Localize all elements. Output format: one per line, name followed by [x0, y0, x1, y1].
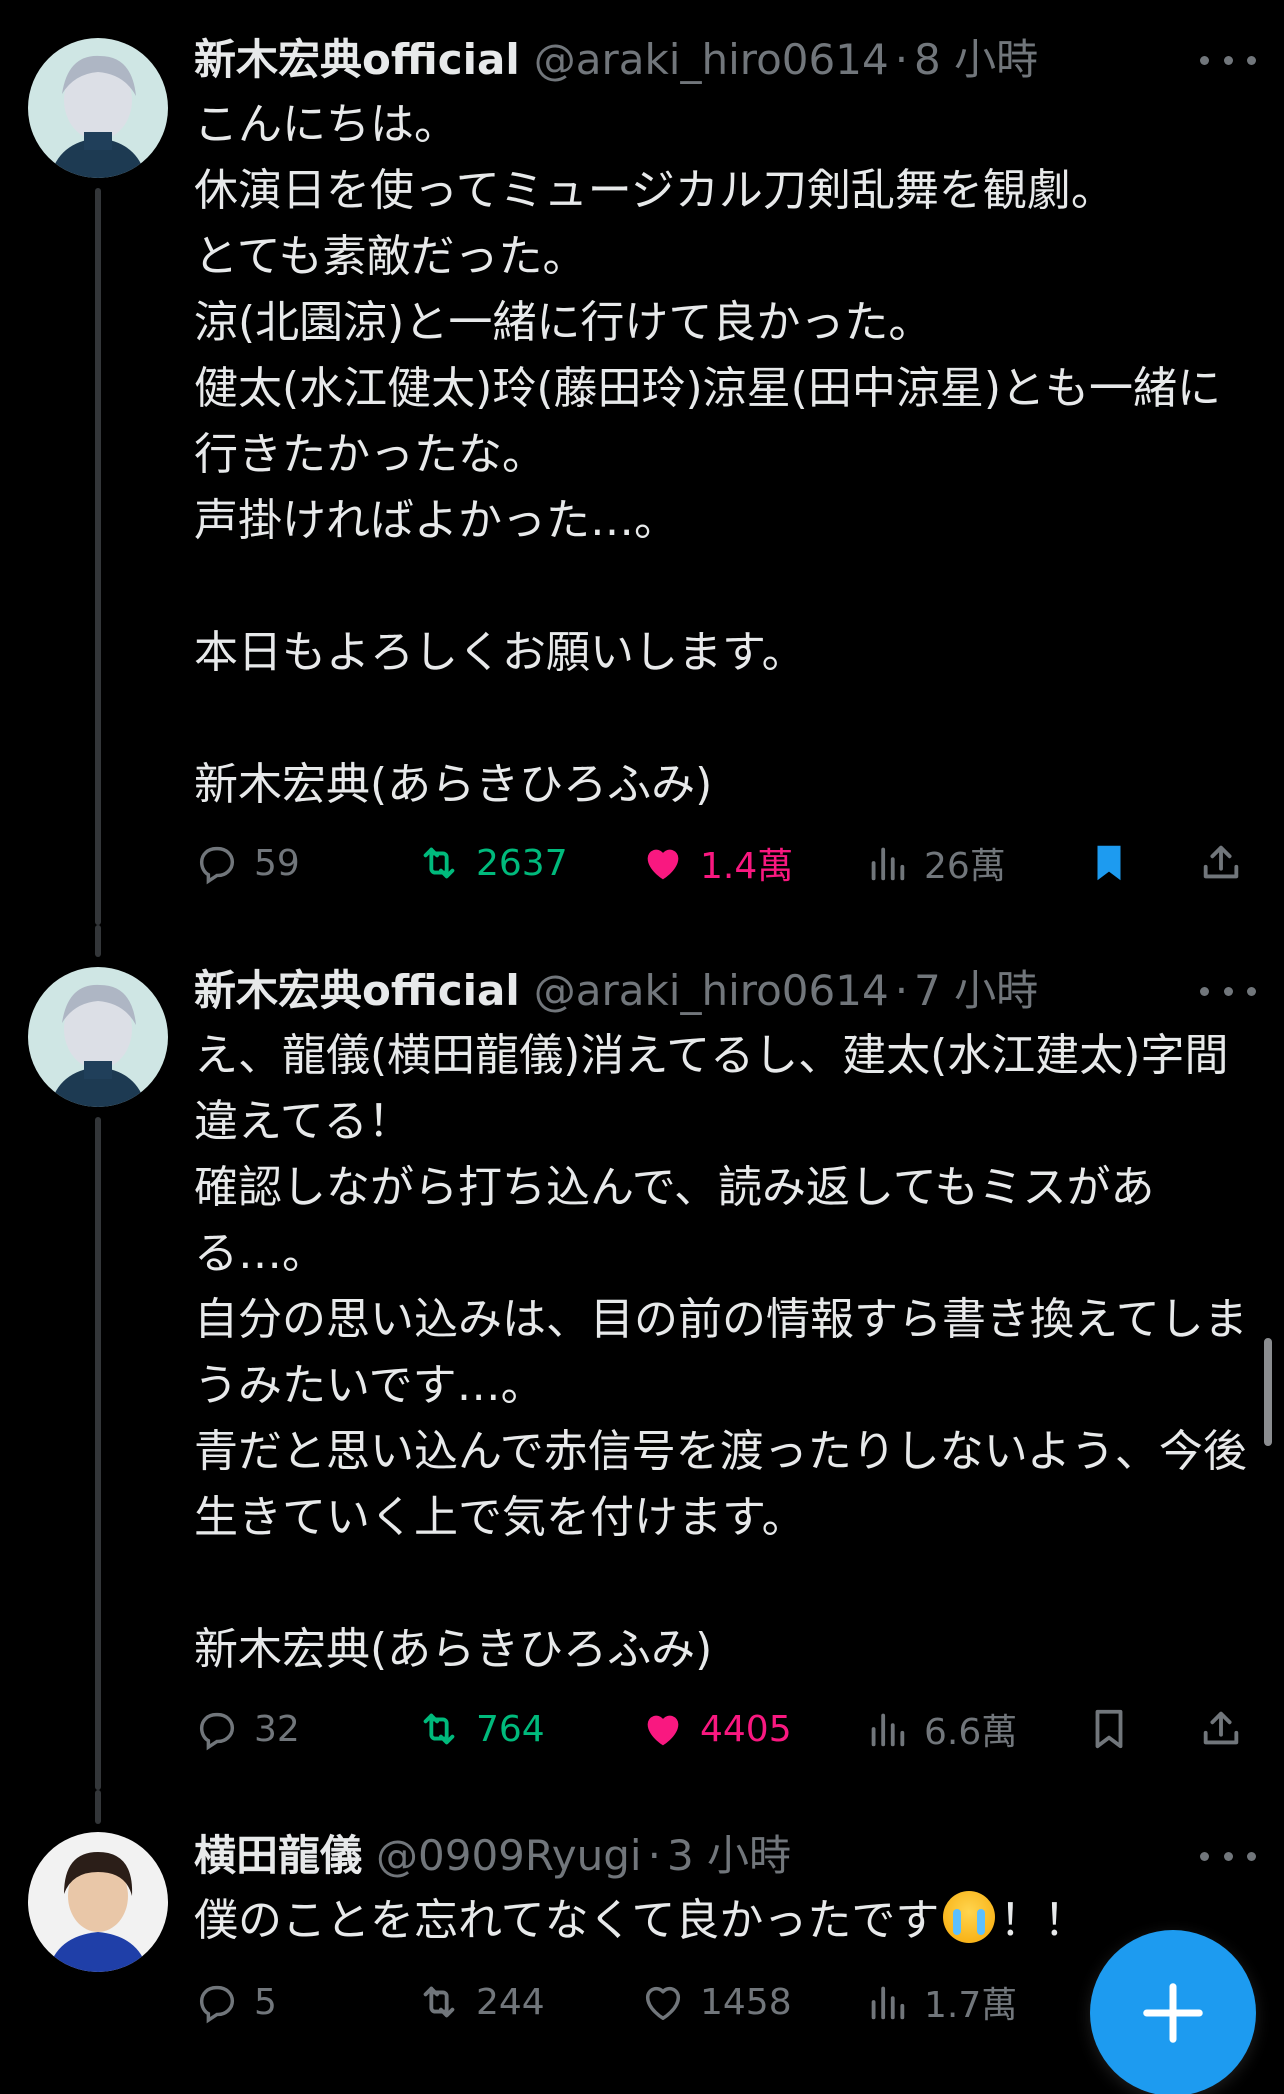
user-handle[interactable]: @araki_hiro0614: [534, 959, 889, 1023]
tweet-text: え、龍儀(横田龍儀)消えてるし、建太(水江建太)字間違えてる！ 確認しながら打ち…: [194, 1030, 1248, 1675]
reply-count: 59: [254, 842, 300, 884]
avatar-dark-hair-icon: [28, 1832, 168, 1972]
separator: ·: [894, 35, 909, 84]
views-chart-icon: [871, 847, 905, 881]
tweet-text: こんにちは。 休演日を使ってミュージカル刀剣乱舞を観劇。 とても素敵だった。 涼…: [194, 99, 1221, 810]
user-handle[interactable]: @araki_hiro0614: [534, 28, 889, 92]
reply-icon: [199, 1985, 235, 2024]
thread-line: [95, 188, 101, 925]
tweet-text-part: ！！: [999, 1895, 1088, 1946]
display-name[interactable]: 新木宏典official: [194, 959, 520, 1023]
timestamp[interactable]: 3 小時: [667, 1824, 791, 1888]
thread-line: [95, 1117, 101, 1790]
view-count: 26萬: [924, 846, 1006, 887]
views-button[interactable]: 26萬: [864, 833, 1006, 893]
share-icon: [1203, 1711, 1239, 1745]
reply-icon: [199, 1712, 235, 1751]
avatar[interactable]: [28, 1832, 168, 1972]
retweet-icon: [423, 1713, 455, 1745]
retweet-icon: [423, 1986, 455, 2018]
tweet-header: 横田龍儀 @0909Ryugi · 3 小時: [194, 1824, 1256, 1888]
views-button[interactable]: 6.6萬: [864, 1699, 1017, 1759]
reply-button[interactable]: 59: [194, 833, 300, 893]
like-button[interactable]: 1.4萬: [640, 833, 793, 893]
thread-line: [95, 1790, 101, 1824]
tweet[interactable]: 横田龍儀 @0909Ryugi · 3 小時 僕のことを忘れてなくて良かったです…: [0, 1790, 1284, 2094]
tweet-header: 新木宏典official @araki_hiro0614 · 7 小時: [194, 959, 1256, 1023]
share-icon: [1203, 845, 1239, 879]
retweet-count: 764: [476, 1708, 545, 1750]
retweet-button[interactable]: 244: [416, 1972, 545, 2032]
views-chart-icon: [871, 1713, 905, 1747]
more-options-icon[interactable]: [1200, 1836, 1256, 1876]
retweet-count: 244: [476, 1981, 545, 2023]
tweet-header: 新木宏典official @araki_hiro0614 · 8 小時: [194, 28, 1256, 92]
display-name[interactable]: 横田龍儀: [194, 1824, 362, 1888]
tweet-content: 新木宏典official @araki_hiro0614 · 7 小時 え、龍儀…: [194, 959, 1256, 1683]
share-button[interactable]: [1198, 1699, 1244, 1759]
bookmark-button[interactable]: [1086, 1699, 1132, 1759]
action-bar: 59 2637 1.4萬 26萬: [194, 833, 1262, 893]
separator: ·: [647, 1831, 661, 1880]
loudly-crying-face-emoji: [943, 1891, 996, 1943]
reply-icon: [199, 846, 235, 885]
like-button[interactable]: 1458: [640, 1972, 792, 2032]
views-chart-icon: [871, 1986, 905, 2020]
reply-button[interactable]: 32: [194, 1699, 300, 1759]
views-button[interactable]: 1.7萬: [864, 1972, 1017, 2032]
avatar[interactable]: [28, 967, 168, 1107]
like-button[interactable]: 4405: [640, 1699, 792, 1759]
scrollbar[interactable]: [1264, 1338, 1272, 1446]
timestamp[interactable]: 8 小時: [914, 28, 1038, 92]
more-options-icon[interactable]: [1200, 40, 1256, 80]
bookmark-filled-icon: [1097, 845, 1121, 881]
heart-outline-icon: [645, 1986, 681, 2021]
tweet-text-part: 僕のことを忘れてなくて良かったです: [194, 1895, 940, 1946]
like-count: 1.4萬: [700, 846, 794, 887]
heart-filled-icon: [647, 849, 679, 880]
retweet-button[interactable]: 2637: [416, 833, 568, 893]
avatar-silver-hair-icon: [28, 967, 168, 1107]
display-name[interactable]: 新木宏典official: [194, 28, 520, 92]
tweet[interactable]: 新木宏典official @araki_hiro0614 · 8 小時 こんにち…: [0, 0, 1284, 925]
tweet[interactable]: 新木宏典official @araki_hiro0614 · 7 小時 え、龍儀…: [0, 925, 1284, 1790]
like-count: 4405: [700, 1708, 792, 1750]
user-handle[interactable]: @0909Ryugi: [376, 1824, 642, 1888]
more-options-icon[interactable]: [1200, 971, 1256, 1011]
retweet-icon: [423, 847, 455, 879]
reply-count: 32: [254, 1708, 300, 1750]
view-count: 6.6萬: [924, 1712, 1018, 1753]
share-button[interactable]: [1198, 833, 1244, 893]
tweet-text: 僕のことを忘れてなくて良かったです ！！: [194, 1888, 1256, 1954]
retweet-button[interactable]: 764: [416, 1699, 545, 1759]
thread-line: [95, 925, 101, 957]
bookmark-outline-icon: [1095, 1709, 1123, 1749]
tweet-content: 新木宏典official @araki_hiro0614 · 8 小時 こんにち…: [194, 28, 1256, 818]
compose-tweet-button[interactable]: [1090, 1930, 1256, 2094]
plus-icon: [1143, 1983, 1203, 2043]
separator: ·: [894, 966, 909, 1015]
tweet-content: 横田龍儀 @0909Ryugi · 3 小時 僕のことを忘れてなくて良かったです…: [194, 1824, 1256, 1954]
avatar-silver-hair-icon: [28, 38, 168, 178]
heart-filled-icon: [647, 1715, 679, 1746]
retweet-count: 2637: [476, 842, 568, 884]
like-count: 1458: [700, 1981, 792, 2023]
timestamp[interactable]: 7 小時: [914, 959, 1038, 1023]
reply-count: 5: [254, 1981, 277, 2023]
action-bar: 32 764 4405 6.6萬: [194, 1699, 1262, 1759]
timeline: 新木宏典official @araki_hiro0614 · 8 小時 こんにち…: [0, 0, 1284, 2094]
avatar[interactable]: [28, 38, 168, 178]
bookmark-button[interactable]: [1086, 833, 1132, 893]
reply-button[interactable]: 5: [194, 1972, 277, 2032]
view-count: 1.7萬: [924, 1985, 1018, 2026]
